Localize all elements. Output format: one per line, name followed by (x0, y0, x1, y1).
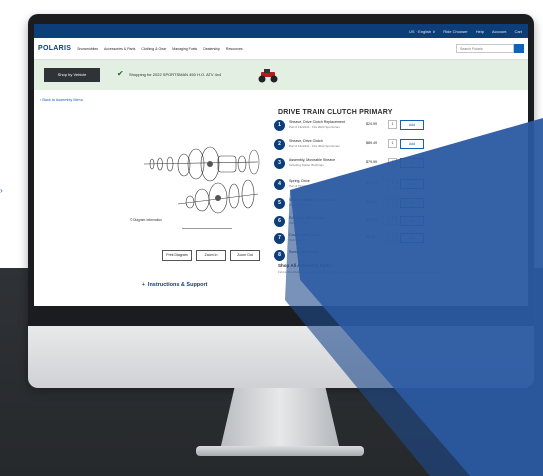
decorative-blue-shard (285, 118, 543, 476)
